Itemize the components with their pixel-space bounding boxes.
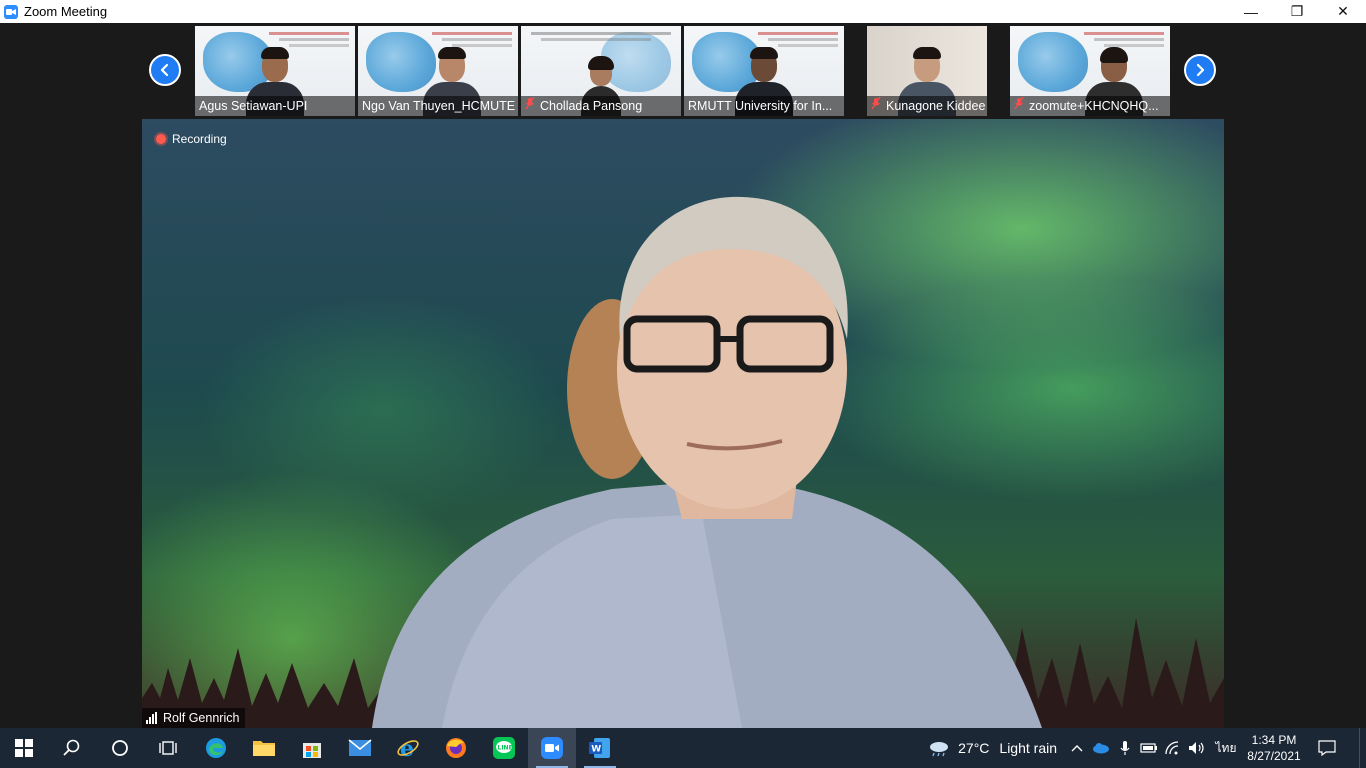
connection-signal-icon [146, 712, 157, 724]
recording-dot-icon [156, 134, 166, 144]
start-button[interactable] [0, 728, 48, 768]
participant-name: RMUTT University for In... [688, 99, 833, 113]
network-button[interactable] [1161, 728, 1185, 768]
zoom-taskbar-button[interactable] [528, 728, 576, 768]
battery-icon [1140, 743, 1157, 753]
chevron-right-icon [1196, 63, 1205, 77]
store-button[interactable] [288, 728, 336, 768]
cortana-button[interactable] [96, 728, 144, 768]
edge-icon [206, 738, 226, 758]
muted-mic-icon [1014, 96, 1024, 116]
minimize-button[interactable]: — [1228, 0, 1274, 23]
line-button[interactable]: LINE [480, 728, 528, 768]
notification-icon [1318, 740, 1336, 756]
weather-widget[interactable]: 27°C Light rain [928, 728, 1057, 768]
file-explorer-button[interactable] [240, 728, 288, 768]
active-speaker-video[interactable]: Recording Rolf Gennrich [142, 119, 1224, 728]
participant-name: Ngo Van Thuyen_HCMUTE [362, 99, 516, 113]
weather-rain-icon [930, 742, 949, 757]
cortana-icon [112, 740, 128, 756]
language-indicator[interactable]: ไทย [1209, 728, 1243, 768]
microphone-icon [1120, 741, 1130, 755]
mail-icon [348, 739, 372, 756]
recording-label: Recording [172, 132, 227, 146]
clock-time: 1:34 PM [1251, 733, 1297, 747]
windows-start-icon [15, 739, 33, 757]
task-view-icon [159, 741, 177, 755]
zoom-logo-icon [4, 4, 18, 19]
clock[interactable]: 1:34 PM 8/27/2021 [1243, 728, 1305, 768]
participant-tile[interactable]: Chollada Pansong [521, 26, 681, 116]
show-hidden-icons-button[interactable] [1065, 728, 1089, 768]
muted-mic-icon [871, 96, 881, 116]
windows-taskbar: e LINE W 27°C Light rain ไทย 1:34 PM 8/2… [0, 728, 1366, 768]
window-title: Zoom Meeting [24, 4, 108, 19]
store-icon [303, 743, 321, 758]
chevron-left-icon [160, 63, 169, 77]
gallery-strip: Agus Setiawan-UPI Ngo Van Thuyen_HCMUTE … [0, 23, 1366, 119]
line-icon: LINE [493, 737, 515, 759]
participant-name: Chollada Pansong [540, 99, 643, 113]
edge-button[interactable] [192, 728, 240, 768]
wifi-icon [1165, 741, 1179, 755]
firefox-icon [446, 738, 466, 758]
restore-button[interactable]: ❐ [1274, 0, 1320, 23]
next-page-button[interactable] [1184, 54, 1216, 86]
battery-button[interactable] [1137, 728, 1161, 768]
notifications-button[interactable] [1305, 728, 1349, 768]
internet-explorer-icon: e [397, 736, 419, 760]
internet-explorer-button[interactable]: e [384, 728, 432, 768]
system-tray: 27°C Light rain ไทย 1:34 PM 8/27/2021 [928, 728, 1366, 768]
recording-indicator: Recording [156, 132, 227, 146]
volume-button[interactable] [1185, 728, 1209, 768]
zoom-icon [541, 737, 563, 759]
participant-tile[interactable]: Ngo Van Thuyen_HCMUTE [358, 26, 518, 116]
title-bar: Zoom Meeting — ❐ ✕ [0, 0, 1366, 23]
microphone-button[interactable] [1113, 728, 1137, 768]
participant-tile[interactable]: Agus Setiawan-UPI [195, 26, 355, 116]
show-desktop-button[interactable] [1359, 728, 1366, 768]
weather-temperature: 27°C [958, 740, 990, 756]
participant-name: zoomute+KHCNQHQ... [1029, 99, 1159, 113]
weather-description: Light rain [999, 740, 1057, 756]
speaker-volume-icon [1189, 742, 1204, 754]
muted-mic-icon [525, 96, 535, 116]
onedrive-button[interactable] [1089, 728, 1113, 768]
participant-name: Kunagone Kiddee [886, 99, 986, 113]
participant-tile[interactable]: zoomute+KHCNQHQ... [1010, 26, 1170, 116]
speaker-name-tag: Rolf Gennrich [142, 708, 246, 728]
svg-text:W: W [591, 745, 601, 755]
word-icon: W [589, 738, 610, 758]
onedrive-cloud-icon [1093, 743, 1109, 754]
svg-text:LINE: LINE [498, 745, 513, 752]
clock-date: 8/27/2021 [1247, 749, 1301, 763]
speaker-figure [372, 196, 1042, 728]
participant-tile[interactable]: Kunagone Kiddee [847, 26, 1007, 116]
search-button[interactable] [48, 728, 96, 768]
chevron-up-icon [1071, 745, 1083, 752]
search-icon [63, 739, 80, 756]
file-explorer-icon [253, 741, 275, 756]
mail-button[interactable] [336, 728, 384, 768]
participant-name: Agus Setiawan-UPI [199, 99, 308, 113]
word-taskbar-button[interactable]: W [576, 728, 624, 768]
participant-tile[interactable]: RMUTT University for In... [684, 26, 844, 116]
firefox-button[interactable] [432, 728, 480, 768]
speaker-name: Rolf Gennrich [163, 711, 240, 725]
close-button[interactable]: ✕ [1320, 0, 1366, 23]
previous-page-button[interactable] [149, 54, 181, 86]
svg-text:e: e [400, 736, 414, 760]
task-view-button[interactable] [144, 728, 192, 768]
